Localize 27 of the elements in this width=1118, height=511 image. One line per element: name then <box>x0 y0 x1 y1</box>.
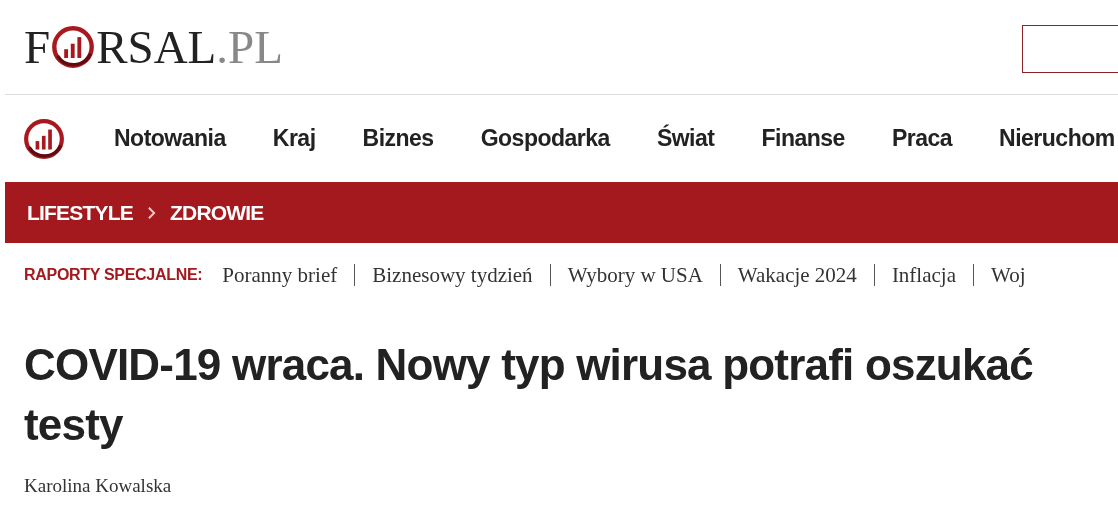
nav-link[interactable]: Praca <box>891 125 953 152</box>
report-link[interactable]: Woj <box>991 262 1026 288</box>
report-link[interactable]: Poranny brief <box>222 262 338 288</box>
breadcrumb-link[interactable]: LIFESTYLE <box>27 200 133 225</box>
search-field[interactable] <box>1022 25 1118 73</box>
logo-suffix: .PL <box>216 23 283 71</box>
nav-link[interactable]: Nieruchom <box>999 125 1115 152</box>
report-link[interactable]: Biznesowy tydzień <box>372 262 533 288</box>
reports-label: RAPORTY SPECJALNE: <box>24 266 203 284</box>
chart-circle-icon <box>51 25 96 69</box>
author-name[interactable]: Karolina Kowalska <box>24 475 172 497</box>
article-title: COVID-19 wraca. Nowy typ wirusa potrafi oszukać testy <box>24 339 1034 451</box>
nav-link[interactable]: Finanse <box>761 125 845 152</box>
nav-link[interactable]: Biznes <box>362 125 434 152</box>
report-link[interactable]: Wakacje 2024 <box>737 262 857 288</box>
nav-link[interactable]: Świat <box>656 125 715 152</box>
logo-text: RSAL <box>96 23 217 71</box>
report-link[interactable]: Wybory w USA <box>567 262 703 288</box>
logo-letter: F <box>24 23 51 71</box>
chevron-icon <box>147 205 156 220</box>
breadcrumb-link[interactable]: ZDROWIE <box>170 200 264 225</box>
nav-link[interactable]: Kraj <box>272 125 316 152</box>
nav-link[interactable]: Gospodarka <box>480 125 610 152</box>
nav-link[interactable]: Notowania <box>114 125 226 152</box>
site-logo[interactable]: F RSAL.PL <box>24 23 283 71</box>
chart-circle-icon <box>23 117 65 160</box>
report-link[interactable]: Inflacja <box>891 262 956 288</box>
